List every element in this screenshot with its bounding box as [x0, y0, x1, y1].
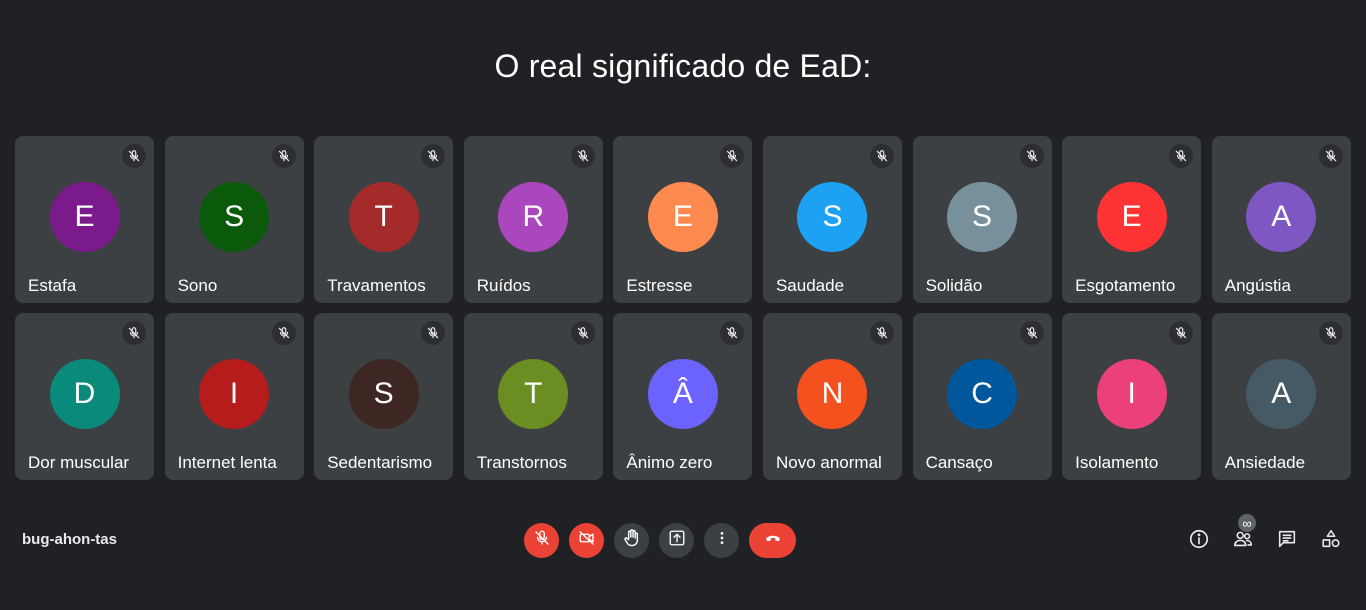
avatar: E: [1096, 182, 1167, 252]
avatar: S: [797, 182, 868, 252]
participant-name: Dor muscular: [28, 453, 130, 472]
meeting-code: bug-ahon-tas: [22, 531, 117, 548]
avatar: S: [348, 359, 419, 429]
mic-off-icon: [271, 321, 296, 345]
mic-off-icon: [1318, 144, 1343, 168]
avatar: I: [199, 359, 270, 429]
mic-off-icon: [122, 144, 146, 168]
participant-tile[interactable]: E Estafa: [15, 136, 154, 303]
mic-off-icon: [421, 144, 446, 168]
participant-name: Novo anormal: [775, 453, 882, 472]
camera-off-icon: [577, 529, 597, 552]
participant-name: Angústia: [1224, 276, 1291, 295]
more-options-icon: [714, 529, 730, 552]
participant-tile[interactable]: T Travamentos: [314, 136, 454, 303]
mic-off-icon: [122, 321, 146, 345]
avatar: Â: [647, 359, 718, 429]
mic-off-icon: [1169, 321, 1194, 345]
participant-name: Isolamento: [1075, 453, 1159, 472]
avatar: E: [49, 182, 120, 252]
mic-off-icon: [1019, 321, 1044, 345]
avatar: S: [947, 182, 1018, 252]
participant-tile[interactable]: N Novo anormal: [762, 313, 902, 480]
call-controls: [524, 523, 796, 558]
participant-tile[interactable]: I Internet lenta: [164, 313, 304, 480]
participant-name: Solidão: [925, 276, 983, 295]
participant-tile[interactable]: A Angústia: [1211, 136, 1351, 303]
avatar: T: [348, 182, 419, 252]
camera-toggle-button[interactable]: [569, 523, 604, 558]
avatar: C: [947, 359, 1018, 429]
more-options-button[interactable]: [704, 523, 739, 558]
participant-name: Travamentos: [327, 276, 426, 295]
participant-tile[interactable]: S Solidão: [912, 136, 1052, 303]
mic-off-icon: [421, 321, 446, 345]
present-screen-button[interactable]: [659, 523, 694, 558]
participant-tile[interactable]: E Esgotamento: [1062, 136, 1202, 303]
meeting-stage: O real significado de EaD: E Estafa S Sono T…: [0, 0, 1366, 610]
participant-grid: E Estafa S Sono T Travamentos R Ruídos E Estresse…: [15, 136, 1351, 480]
avatar: A: [1246, 182, 1317, 252]
participant-name: Sono: [177, 276, 218, 295]
participant-name: Ânimo zero: [626, 453, 713, 472]
participants-count-badge: ∞: [1238, 514, 1256, 532]
avatar: D: [49, 359, 120, 429]
mic-off-icon: [533, 529, 551, 552]
mic-off-icon: [1019, 144, 1044, 168]
participant-tile[interactable]: R Ruídos: [463, 136, 603, 303]
mic-off-icon: [570, 144, 595, 168]
info-icon: [1188, 528, 1210, 555]
mic-off-icon: [720, 321, 745, 345]
participant-tile[interactable]: S Saudade: [762, 136, 902, 303]
chat-button[interactable]: [1274, 528, 1300, 554]
participant-tile[interactable]: S Sedentarismo: [314, 313, 454, 480]
meeting-info-button[interactable]: [1186, 528, 1212, 554]
activities-button[interactable]: [1318, 528, 1344, 554]
participant-tile[interactable]: S Sono: [164, 136, 304, 303]
mic-off-icon: [271, 144, 296, 168]
mic-off-icon: [1169, 144, 1194, 168]
avatar: E: [647, 182, 718, 252]
participant-tile[interactable]: E Estresse: [613, 136, 753, 303]
avatar: R: [498, 182, 569, 252]
participants-button[interactable]: ∞: [1230, 514, 1256, 555]
avatar: N: [797, 359, 868, 429]
mic-toggle-button[interactable]: [524, 523, 559, 558]
participant-tile[interactable]: C Cansaço: [912, 313, 1052, 480]
mic-off-icon: [869, 144, 894, 168]
participant-tile[interactable]: T Transtornos: [463, 313, 603, 480]
hang-up-icon: [761, 529, 785, 552]
raise-hand-button[interactable]: [614, 523, 649, 558]
avatar: T: [498, 359, 569, 429]
participant-tile[interactable]: Â Ânimo zero: [613, 313, 753, 480]
participant-name: Ruídos: [476, 276, 531, 295]
participant-name: Estresse: [626, 276, 693, 295]
raise-hand-icon: [622, 528, 642, 553]
present-icon: [668, 529, 686, 552]
avatar: S: [199, 182, 270, 252]
participant-name: Transtornos: [476, 453, 567, 472]
mic-off-icon: [1318, 321, 1343, 345]
side-panel-controls: ∞: [1186, 514, 1344, 555]
participant-name: Estafa: [28, 276, 77, 295]
mic-off-icon: [720, 144, 745, 168]
hang-up-button[interactable]: [749, 523, 796, 558]
participant-tile[interactable]: A Ansiedade: [1211, 313, 1351, 480]
participant-name: Sedentarismo: [327, 453, 433, 472]
mic-off-icon: [570, 321, 595, 345]
participant-name: Cansaço: [925, 453, 993, 472]
participant-name: Internet lenta: [177, 453, 277, 472]
participant-name: Esgotamento: [1075, 276, 1176, 295]
mic-off-icon: [869, 321, 894, 345]
avatar: I: [1096, 359, 1167, 429]
participant-tile[interactable]: I Isolamento: [1062, 313, 1202, 480]
activities-icon: [1320, 528, 1342, 555]
people-icon: [1232, 528, 1254, 555]
chat-icon: [1276, 528, 1298, 555]
presentation-title: O real significado de EaD:: [494, 48, 872, 84]
participant-name: Saudade: [775, 276, 845, 295]
participant-name: Ansiedade: [1224, 453, 1306, 472]
avatar: A: [1246, 359, 1317, 429]
participant-tile[interactable]: D Dor muscular: [15, 313, 154, 480]
